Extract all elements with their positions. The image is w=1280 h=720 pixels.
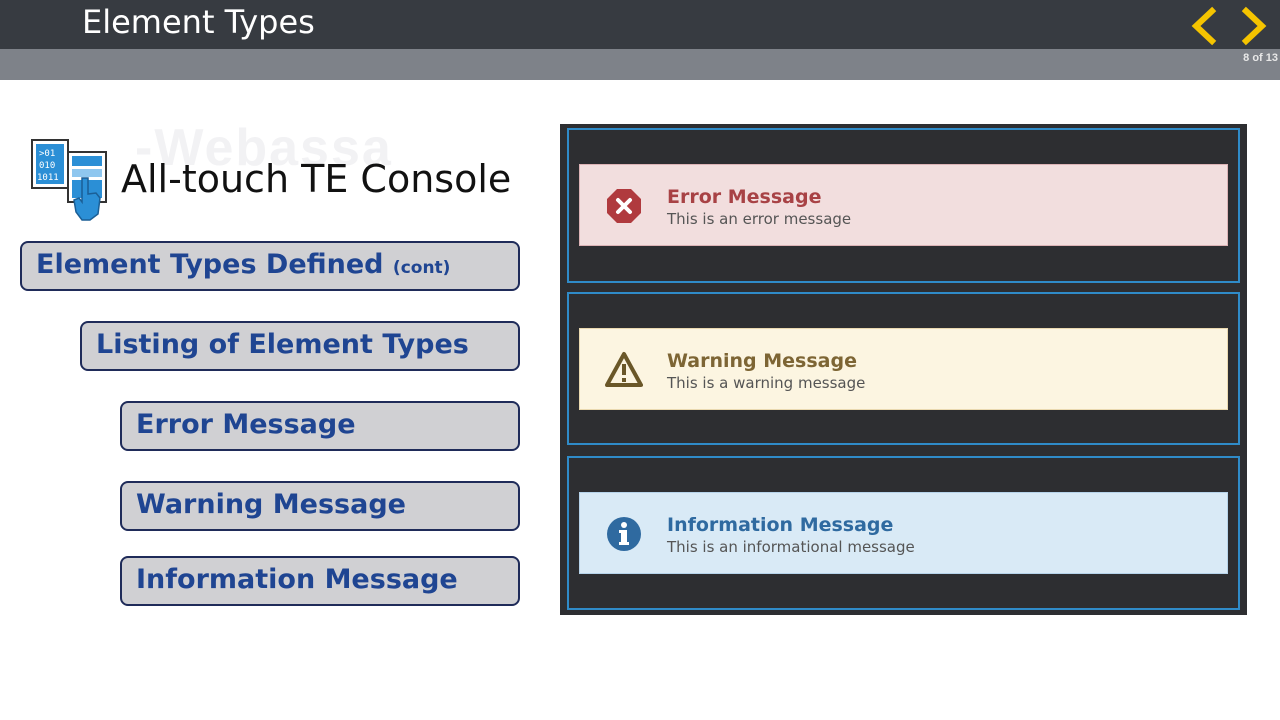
info-alert-text: This is an informational message <box>667 538 915 556</box>
header-bar: Element Types <box>0 0 1280 49</box>
warning-alert: Warning Message This is a warning messag… <box>579 328 1228 410</box>
next-slide-button[interactable] <box>1236 6 1272 46</box>
svg-text:>01: >01 <box>39 149 55 159</box>
nav-item-listing-of-element-types[interactable]: Listing of Element Types <box>80 321 520 371</box>
error-alert: Error Message This is an error message <box>579 164 1228 246</box>
svg-text:1011: 1011 <box>37 173 59 183</box>
info-alert: Information Message This is an informati… <box>579 492 1228 574</box>
previous-slide-button[interactable] <box>1186 6 1222 46</box>
nav-item-information-message[interactable]: Information Message <box>120 556 520 606</box>
progress-bar: 8 of 13 <box>0 49 1280 80</box>
nav-item-suffix: (cont) <box>392 258 451 278</box>
nav-item-label: Information Message <box>136 564 458 595</box>
nav-item-error-message[interactable]: Error Message <box>120 401 520 451</box>
warning-icon <box>605 352 643 387</box>
warning-alert-title: Warning Message <box>667 350 857 372</box>
warning-alert-text: This is a warning message <box>667 374 866 392</box>
error-icon <box>607 189 641 223</box>
info-icon <box>607 517 641 551</box>
svg-text:010: 010 <box>39 161 55 171</box>
chevron-left-icon <box>1191 6 1217 46</box>
nav-item-label: Warning Message <box>136 489 406 520</box>
console-title: All-touch TE Console <box>121 157 512 201</box>
nav-item-warning-message[interactable]: Warning Message <box>120 481 520 531</box>
error-alert-text: This is an error message <box>667 210 852 228</box>
nav-item-label: Element Types Defined <box>36 249 384 280</box>
nav-item-label: Listing of Element Types <box>96 329 469 360</box>
nav-item-element-types-defined[interactable]: Element Types Defined (cont) <box>20 241 520 291</box>
console-touch-icon: >01 010 1011 <box>30 138 112 222</box>
slide-title: Element Types <box>82 3 315 41</box>
info-alert-title: Information Message <box>667 514 894 536</box>
chevron-right-icon <box>1241 6 1267 46</box>
demo-panel: Error Message This is an error message W… <box>560 124 1247 615</box>
nav-item-label: Error Message <box>136 409 356 440</box>
error-alert-title: Error Message <box>667 186 822 208</box>
page-counter: 8 of 13 <box>1243 52 1278 64</box>
